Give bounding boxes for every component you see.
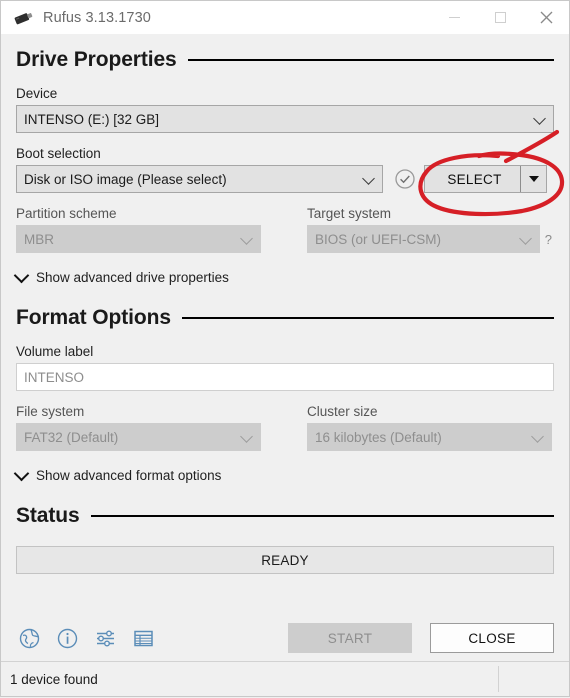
device-field-group: Device INTENSO (E:) [32 GB] [16, 86, 554, 133]
main-content: Drive Properties Device INTENSO (E:) [32… [1, 34, 569, 615]
target-system-select[interactable]: BIOS (or UEFI-CSM) [307, 225, 540, 253]
title-bar: Rufus 3.13.1730 [1, 1, 569, 34]
info-icon[interactable] [54, 625, 80, 651]
select-button[interactable]: SELECT [424, 165, 547, 193]
cluster-size-group: Cluster size 16 kilobytes (Default) [307, 404, 552, 451]
start-button-label: START [327, 630, 373, 646]
chevron-down-icon [533, 112, 546, 125]
boot-selection-label: Boot selection [16, 146, 101, 161]
show-advanced-format-options-label: Show advanced format options [36, 468, 222, 483]
window-title: Rufus 3.13.1730 [43, 9, 151, 26]
format-options-title: Format Options [16, 306, 171, 329]
chevron-down-icon [518, 232, 532, 245]
bottom-toolbar: START CLOSE [1, 615, 569, 661]
file-system-select[interactable]: FAT32 (Default) [16, 423, 261, 451]
volume-label-group: Volume label INTENSO [16, 344, 554, 391]
boot-selection-row: Disk or ISO image (Please select) SELECT [16, 165, 554, 193]
file-system-label: File system [16, 404, 85, 419]
device-label: Device [16, 86, 58, 101]
target-system-value: BIOS (or UEFI-CSM) [315, 231, 442, 247]
caret-down-icon [528, 176, 539, 182]
maximize-icon [494, 12, 506, 23]
device-value: INTENSO (E:) [32 GB] [24, 111, 160, 127]
close-button[interactable] [523, 1, 569, 34]
partition-scheme-label: Partition scheme [16, 206, 117, 221]
log-icon[interactable] [130, 625, 156, 651]
partition-scheme-select[interactable]: MBR [16, 225, 261, 253]
show-advanced-drive-properties-label: Show advanced drive properties [36, 270, 229, 285]
section-divider [181, 317, 554, 319]
globe-icon[interactable] [16, 625, 42, 651]
section-divider [187, 59, 554, 61]
target-system-help-icon[interactable]: ? [545, 232, 552, 247]
close-action-button[interactable]: CLOSE [430, 623, 554, 653]
status-value: READY [261, 552, 309, 568]
toolbar-icon-group [16, 625, 156, 651]
settings-sliders-icon[interactable] [92, 625, 118, 651]
boot-selection-value: Disk or ISO image (Please select) [24, 171, 227, 187]
action-buttons: START CLOSE [288, 623, 554, 653]
cluster-size-label: Cluster size [307, 404, 378, 419]
window-controls [431, 1, 569, 34]
close-icon [540, 11, 552, 24]
status-progress-bar: READY [16, 546, 554, 574]
drive-properties-title: Drive Properties [16, 48, 177, 71]
partition-scheme-value: MBR [24, 231, 54, 247]
show-advanced-drive-properties-toggle[interactable]: Show advanced drive properties [13, 267, 554, 285]
status-bar-divider [498, 666, 499, 692]
target-system-label: Target system [307, 206, 392, 221]
device-select[interactable]: INTENSO (E:) [32 GB] [16, 105, 554, 133]
minimize-icon [448, 17, 460, 18]
maximize-button[interactable] [477, 1, 523, 34]
device-count-text: 1 device found [10, 671, 98, 687]
chevron-down-icon [13, 267, 30, 284]
select-dropdown-arrow[interactable] [520, 166, 546, 192]
target-system-group: Target system BIOS (or UEFI-CSM) ? [307, 206, 552, 253]
filesystem-cluster-row: File system FAT32 (Default) Cluster size… [16, 404, 554, 451]
chevron-down-icon [240, 430, 253, 443]
file-system-value: FAT32 (Default) [24, 429, 119, 445]
close-button-label: CLOSE [468, 630, 516, 646]
volume-label-value: INTENSO [24, 369, 85, 385]
cluster-size-value: 16 kilobytes (Default) [315, 429, 442, 445]
volume-label-label: Volume label [16, 344, 94, 359]
chevron-down-icon [362, 172, 375, 185]
volume-label-input[interactable]: INTENSO [16, 363, 554, 391]
rufus-window: Rufus 3.13.1730 Drive Properties Device [0, 0, 570, 697]
format-options-header: Format Options [16, 306, 554, 330]
boot-selection-select[interactable]: Disk or ISO image (Please select) [16, 165, 383, 193]
boot-selection-group: Boot selection Disk or ISO image (Please… [16, 146, 554, 193]
minimize-button[interactable] [431, 1, 477, 34]
section-divider [90, 515, 554, 517]
file-system-group: File system FAT32 (Default) [16, 404, 261, 451]
show-advanced-format-options-toggle[interactable]: Show advanced format options [13, 465, 554, 483]
start-button[interactable]: START [288, 623, 412, 653]
check-circle-icon [394, 168, 416, 190]
chevron-down-icon [240, 232, 253, 245]
status-title: Status [16, 504, 80, 527]
cluster-size-select[interactable]: 16 kilobytes (Default) [307, 423, 552, 451]
drive-properties-header: Drive Properties [16, 48, 554, 72]
chevron-down-icon [531, 430, 544, 443]
status-bar: 1 device found [1, 661, 569, 696]
status-header: Status [16, 504, 554, 528]
partition-scheme-group: Partition scheme MBR [16, 206, 261, 253]
usb-drive-icon [11, 7, 37, 29]
chevron-down-icon [13, 465, 30, 482]
partition-target-row: Partition scheme MBR Target system BIOS … [16, 206, 554, 253]
select-button-label: SELECT [447, 171, 502, 187]
